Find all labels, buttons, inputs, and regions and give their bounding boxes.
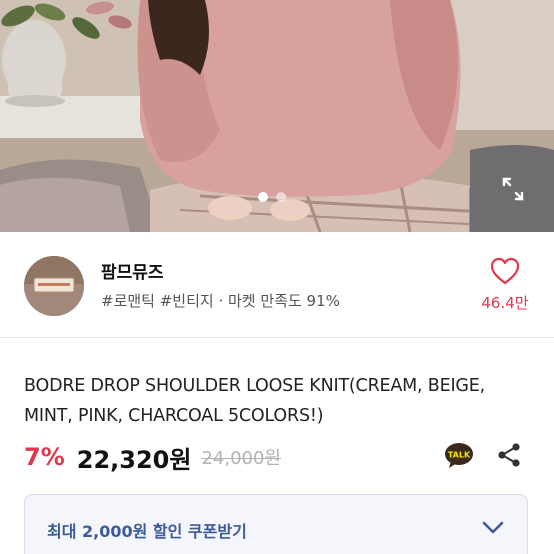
price-row: 7% 22,320원 24,000원 [24,437,281,477]
coupon-button[interactable]: 최대 2,000원 할인 쿠폰받기 [24,494,528,554]
gallery-dot[interactable] [276,192,286,202]
talk-label: TALK [448,451,471,460]
share-icon [498,443,520,467]
like-count: 46.4만 [481,294,529,312]
shop-logo[interactable] [24,256,84,316]
kakaotalk-button[interactable]: TALK [444,442,474,470]
gallery-dot[interactable] [258,192,268,202]
discount-rate: 7% [24,443,65,471]
expand-button[interactable] [490,166,536,212]
original-price: 24,000원 [201,448,281,469]
shop-info[interactable]: 팜므뮤즈 #로맨틱 #빈티지 · 마켓 만족도 91% 46.4만 [0,232,554,338]
expand-icon [502,177,524,201]
like-button[interactable] [489,256,521,286]
coupon-label: 최대 2,000원 할인 쿠폰받기 [47,522,247,541]
heart-icon [490,257,520,285]
kakaotalk-icon: TALK [445,443,473,468]
sale-price: 22,320원 [76,445,192,474]
product-image-gallery[interactable] [0,0,554,232]
shop-name[interactable]: 팜므뮤즈 [101,258,164,283]
share-button[interactable] [495,441,523,469]
chevron-down-icon [482,521,504,534]
product-title: BODRE DROP SHOULDER LOOSE KNIT(CREAM, BE… [24,376,485,426]
shop-logo-image [24,256,84,316]
shop-tags: #로맨틱 #빈티지 · 마켓 만족도 91% [101,292,340,310]
gallery-pagination [258,192,286,202]
